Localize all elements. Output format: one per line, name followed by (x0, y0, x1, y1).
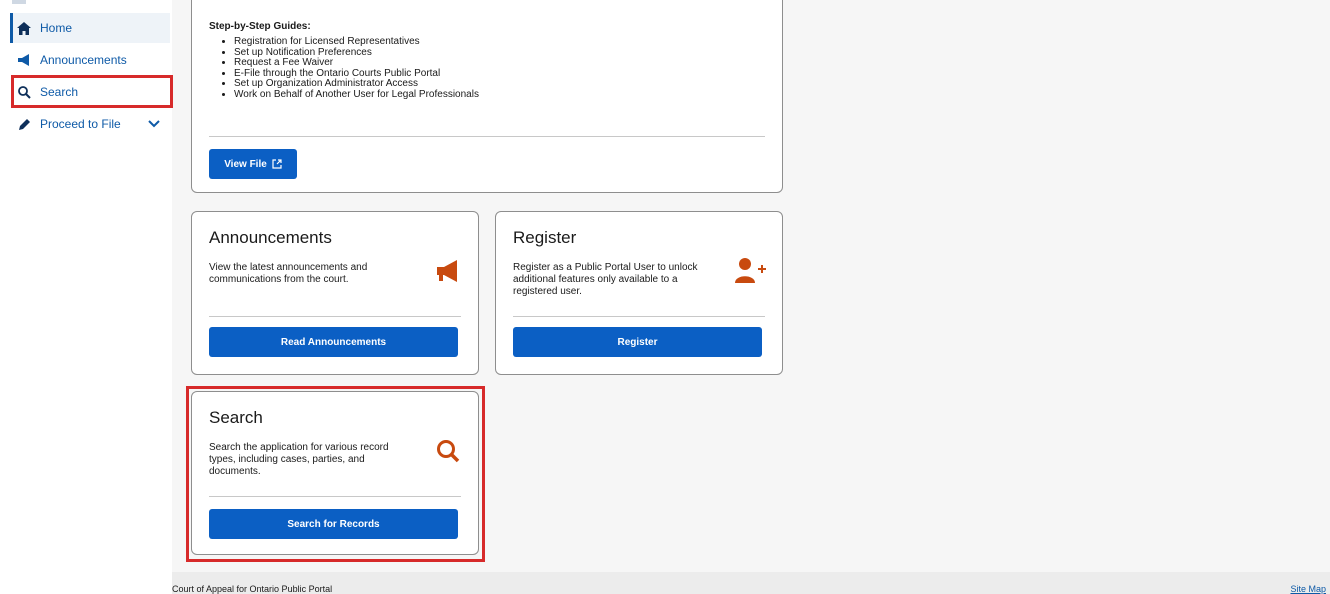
chevron-down-icon[interactable] (148, 117, 162, 131)
guide-item[interactable]: Work on Behalf of Another User for Legal… (234, 89, 479, 101)
view-file-button[interactable]: View File (209, 149, 297, 179)
divider (209, 136, 765, 137)
card-title: Announcements (209, 228, 332, 247)
search-card: Search Search the application for variou… (191, 391, 479, 555)
footer-title: Court of Appeal for Ontario Public Porta… (172, 584, 333, 594)
guides-title: Step-by-Step Guides: (209, 21, 311, 32)
guides-card: Step-by-Step Guides: Registration for Li… (191, 0, 783, 193)
card-description: Search the application for various recor… (209, 442, 389, 477)
sidebar-item-announcements[interactable]: Announcements (10, 45, 170, 75)
card-description: View the latest announcements and commun… (209, 262, 368, 285)
pencil-icon (16, 116, 32, 132)
guide-item[interactable]: Request a Fee Waiver (234, 57, 479, 69)
add-user-icon (735, 257, 767, 288)
menu-icon[interactable] (12, 0, 26, 4)
search-for-records-button[interactable]: Search for Records (209, 509, 458, 539)
sidebar-item-label: Announcements (40, 53, 127, 67)
sidebar-item-search[interactable]: Search (10, 77, 170, 107)
search-icon (16, 84, 32, 100)
register-card: Register Register as a Public Portal Use… (495, 211, 783, 375)
sidebar-item-label: Proceed to File (40, 117, 121, 131)
register-button[interactable]: Register (513, 327, 762, 357)
home-icon (16, 20, 32, 36)
sidebar-item-label: Home (40, 21, 73, 35)
site-map-link[interactable]: Site Map (1290, 584, 1326, 594)
megaphone-icon (435, 259, 461, 288)
view-file-label: View File (224, 158, 267, 170)
sidebar-item-label: Search (40, 85, 79, 99)
megaphone-icon (16, 52, 32, 68)
card-title: Register (513, 228, 577, 247)
sidebar-item-proceed-to-file[interactable]: Proceed to File (10, 109, 170, 139)
guides-list: Registration for Licensed Representative… (220, 36, 479, 101)
guide-item[interactable]: Registration for Licensed Representative… (234, 36, 479, 48)
search-icon (436, 439, 460, 468)
divider (209, 316, 461, 317)
guide-item[interactable]: Set up Organization Administrator Access (234, 78, 479, 90)
footer: Court of Appeal for Ontario Public Porta… (172, 572, 1330, 594)
sidebar: Home Announcements Search Proceed to Fil… (0, 0, 172, 594)
card-title: Search (209, 408, 263, 427)
announcements-card: Announcements View the latest announceme… (191, 211, 479, 375)
external-link-icon (272, 159, 282, 169)
divider (513, 316, 765, 317)
sidebar-item-home[interactable]: Home (10, 13, 170, 43)
read-announcements-button[interactable]: Read Announcements (209, 327, 458, 357)
card-description: Register as a Public Portal User to unlo… (513, 262, 698, 297)
divider (209, 496, 461, 497)
